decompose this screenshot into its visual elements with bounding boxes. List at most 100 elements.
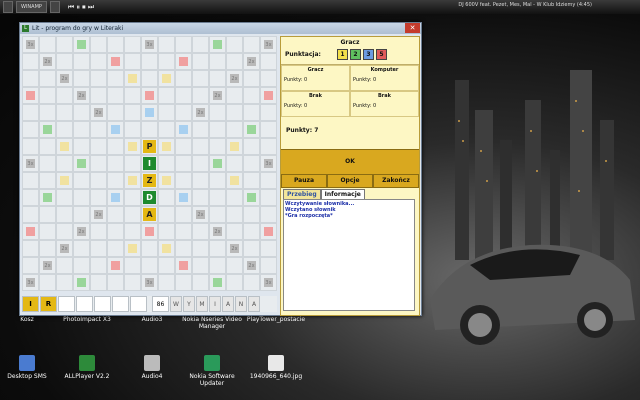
- board-cell[interactable]: [39, 36, 56, 53]
- board-cell[interactable]: [107, 138, 124, 155]
- board-cell[interactable]: [158, 138, 175, 155]
- board-cell[interactable]: [243, 36, 260, 53]
- board-cell[interactable]: [90, 155, 107, 172]
- board-cell[interactable]: [124, 172, 141, 189]
- board-cell[interactable]: 2x: [192, 206, 209, 223]
- board-cell[interactable]: [226, 172, 243, 189]
- board-cell[interactable]: [260, 206, 277, 223]
- board-cell[interactable]: [192, 155, 209, 172]
- board-cell[interactable]: [22, 121, 39, 138]
- board-cell[interactable]: [175, 223, 192, 240]
- board-cell[interactable]: [175, 138, 192, 155]
- board-cell[interactable]: [192, 36, 209, 53]
- board-cell[interactable]: [22, 223, 39, 240]
- board-cell[interactable]: [90, 240, 107, 257]
- board-cell[interactable]: [243, 274, 260, 291]
- board-cell[interactable]: [260, 70, 277, 87]
- board-cell[interactable]: [56, 104, 73, 121]
- board-cell[interactable]: [124, 155, 141, 172]
- board-cell[interactable]: [209, 206, 226, 223]
- board-cell[interactable]: [175, 155, 192, 172]
- board-cell[interactable]: 3x: [141, 36, 158, 53]
- board-cell[interactable]: [260, 240, 277, 257]
- board-cell[interactable]: [260, 189, 277, 206]
- board-cell[interactable]: [56, 189, 73, 206]
- board-cell[interactable]: [107, 189, 124, 206]
- board-cell[interactable]: [90, 138, 107, 155]
- board-cell[interactable]: [192, 87, 209, 104]
- board-cell[interactable]: [39, 138, 56, 155]
- board-cell[interactable]: [209, 172, 226, 189]
- window-titlebar[interactable]: L Lit - program do gry w Literaki: [20, 23, 421, 34]
- board-cell[interactable]: 3x: [260, 274, 277, 291]
- board-cell[interactable]: [90, 53, 107, 70]
- board-cell[interactable]: [209, 138, 226, 155]
- board-cell[interactable]: [107, 240, 124, 257]
- board-cell[interactable]: I: [141, 155, 158, 172]
- board-cell[interactable]: [124, 104, 141, 121]
- board-cell[interactable]: [141, 70, 158, 87]
- board-cell[interactable]: [158, 223, 175, 240]
- exchange-letter[interactable]: Y: [183, 296, 195, 312]
- board-cell[interactable]: [243, 104, 260, 121]
- board-cell[interactable]: 2x: [73, 223, 90, 240]
- board-cell[interactable]: [175, 172, 192, 189]
- board-cell[interactable]: [73, 121, 90, 138]
- board-cell[interactable]: [226, 53, 243, 70]
- board-cell[interactable]: [56, 206, 73, 223]
- board-cell[interactable]: Z: [141, 172, 158, 189]
- taskbar-item-3[interactable]: [49, 1, 60, 13]
- board-cell[interactable]: 2x: [209, 223, 226, 240]
- board-cell[interactable]: [107, 206, 124, 223]
- board-cell[interactable]: 3x: [22, 274, 39, 291]
- board-cell[interactable]: [260, 138, 277, 155]
- board-cell[interactable]: [243, 70, 260, 87]
- board-cell[interactable]: [175, 70, 192, 87]
- board-cell[interactable]: 3x: [260, 36, 277, 53]
- exchange-letter[interactable]: I: [209, 296, 221, 312]
- board-cell[interactable]: [90, 274, 107, 291]
- board-cell[interactable]: [22, 53, 39, 70]
- board-cell[interactable]: [73, 206, 90, 223]
- board-cell[interactable]: 2x: [226, 240, 243, 257]
- board-cell[interactable]: [124, 70, 141, 87]
- board-cell[interactable]: [124, 189, 141, 206]
- board-cell[interactable]: [226, 274, 243, 291]
- punktacja-5[interactable]: 5: [375, 49, 387, 60]
- board-cell[interactable]: [260, 223, 277, 240]
- board-cell[interactable]: [22, 189, 39, 206]
- rack-slot-empty[interactable]: [58, 296, 75, 312]
- board-cell[interactable]: [90, 257, 107, 274]
- board-cell[interactable]: 2x: [73, 87, 90, 104]
- board-cell[interactable]: [22, 104, 39, 121]
- board-cell[interactable]: [73, 172, 90, 189]
- board-cell[interactable]: [209, 36, 226, 53]
- board-cell[interactable]: [90, 172, 107, 189]
- board-cell[interactable]: [175, 53, 192, 70]
- board-cell[interactable]: [107, 36, 124, 53]
- board-cell[interactable]: [56, 53, 73, 70]
- board-cell[interactable]: [107, 155, 124, 172]
- board-cell[interactable]: 2x: [192, 104, 209, 121]
- board-cell[interactable]: [158, 87, 175, 104]
- board-cell[interactable]: [192, 121, 209, 138]
- board-cell[interactable]: [107, 87, 124, 104]
- desktop-icon-audio4[interactable]: Audio4: [127, 355, 177, 380]
- board-cell[interactable]: [124, 53, 141, 70]
- board-cell[interactable]: A: [141, 206, 158, 223]
- board-cell[interactable]: [209, 274, 226, 291]
- board-cell[interactable]: P: [141, 138, 158, 155]
- board-cell[interactable]: [22, 70, 39, 87]
- board-cell[interactable]: [192, 189, 209, 206]
- punktacja-3[interactable]: 3: [362, 49, 374, 60]
- rack-tile[interactable]: I: [22, 296, 39, 312]
- board-cell[interactable]: [192, 257, 209, 274]
- board-cell[interactable]: [107, 274, 124, 291]
- tab-informacje[interactable]: Informacje: [320, 189, 365, 199]
- board-cell[interactable]: [209, 104, 226, 121]
- board-cell[interactable]: [22, 138, 39, 155]
- board-cell[interactable]: [22, 240, 39, 257]
- board-cell[interactable]: [124, 240, 141, 257]
- rack-slot-empty[interactable]: [94, 296, 111, 312]
- board-cell[interactable]: [39, 87, 56, 104]
